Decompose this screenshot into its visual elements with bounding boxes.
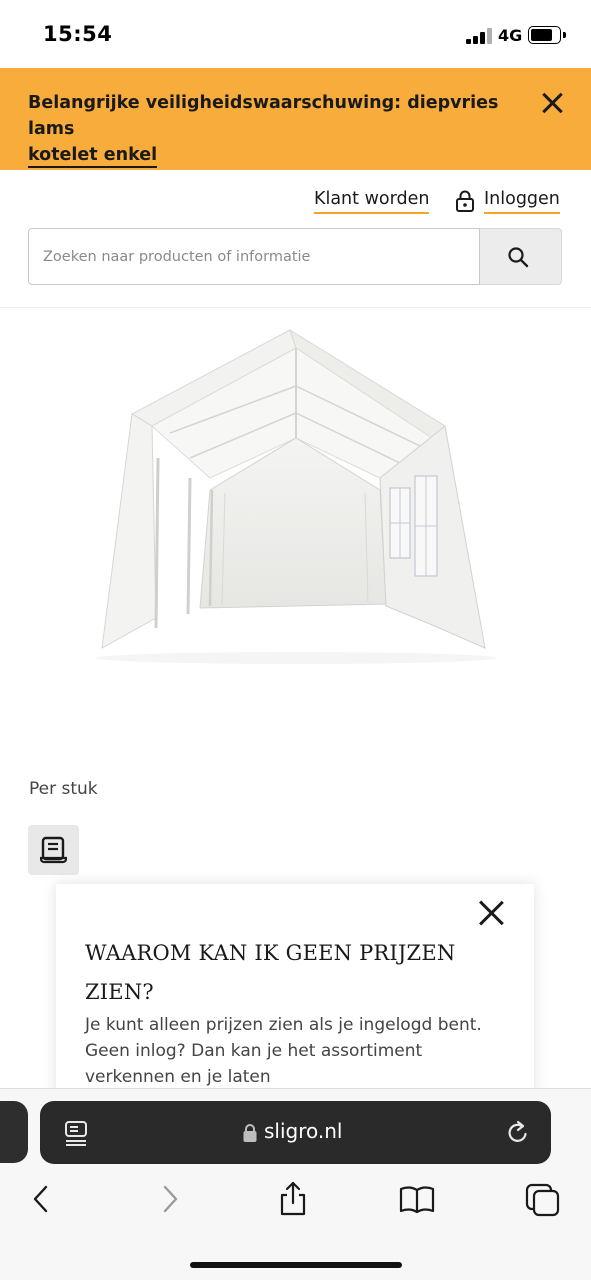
search-bar xyxy=(28,228,562,285)
status-time: 15:54 xyxy=(43,22,113,46)
address-bar[interactable]: sligro.nl xyxy=(40,1101,551,1164)
home-indicator xyxy=(190,1262,402,1268)
back-icon[interactable] xyxy=(24,1181,60,1217)
browser-toolbar: sligro.nl xyxy=(0,1088,591,1280)
network-label: 4G xyxy=(498,26,523,45)
become-customer-link[interactable]: Klant worden xyxy=(314,189,430,214)
battery-tip xyxy=(563,32,566,38)
page-menu-icon[interactable] xyxy=(64,1120,88,1146)
party-tent-image[interactable] xyxy=(60,318,530,698)
safety-alert-banner: Belangrijke veiligheidswaarschuwing: die… xyxy=(0,68,591,170)
battery-icon xyxy=(528,26,561,44)
lock-icon xyxy=(456,190,474,212)
document-icon xyxy=(40,836,67,864)
alert-close-icon[interactable] xyxy=(541,92,563,114)
reload-icon[interactable] xyxy=(506,1120,530,1146)
close-icon[interactable] xyxy=(478,900,504,926)
price-info-popover: WAAROM KAN IK GEEN PRIJZEN ZIEN? Je kunt… xyxy=(56,884,534,1104)
unit-label: Per stuk xyxy=(29,779,98,799)
status-bar: 15:54 4G xyxy=(0,0,591,68)
previous-tab-edge[interactable] xyxy=(0,1101,28,1163)
login-link[interactable]: Inloggen xyxy=(484,189,560,214)
url-text[interactable]: sligro.nl xyxy=(264,1119,343,1143)
tabs-icon[interactable] xyxy=(525,1181,561,1217)
search-icon xyxy=(508,247,529,268)
popover-title: WAAROM KAN IK GEEN PRIJZEN ZIEN? xyxy=(85,941,456,1004)
secure-lock-icon xyxy=(243,1124,257,1142)
alert-text: Belangrijke veiligheidswaarschuwing: die… xyxy=(28,93,499,139)
search-button[interactable] xyxy=(480,228,562,285)
site-header: Klant worden Inloggen xyxy=(0,170,591,308)
alert-link[interactable]: kotelet enkel xyxy=(28,144,158,168)
search-input[interactable] xyxy=(28,228,480,285)
signal-icon xyxy=(466,28,492,44)
forward-icon[interactable] xyxy=(152,1181,188,1217)
popover-body: Je kunt alleen prijzen zien als je ingel… xyxy=(85,1015,482,1087)
share-icon[interactable] xyxy=(275,1181,311,1217)
product-sheet-button[interactable] xyxy=(28,825,79,875)
bookmarks-icon[interactable] xyxy=(399,1181,435,1217)
alert-message: Belangrijke veiligheidswaarschuwing: die… xyxy=(28,90,538,168)
